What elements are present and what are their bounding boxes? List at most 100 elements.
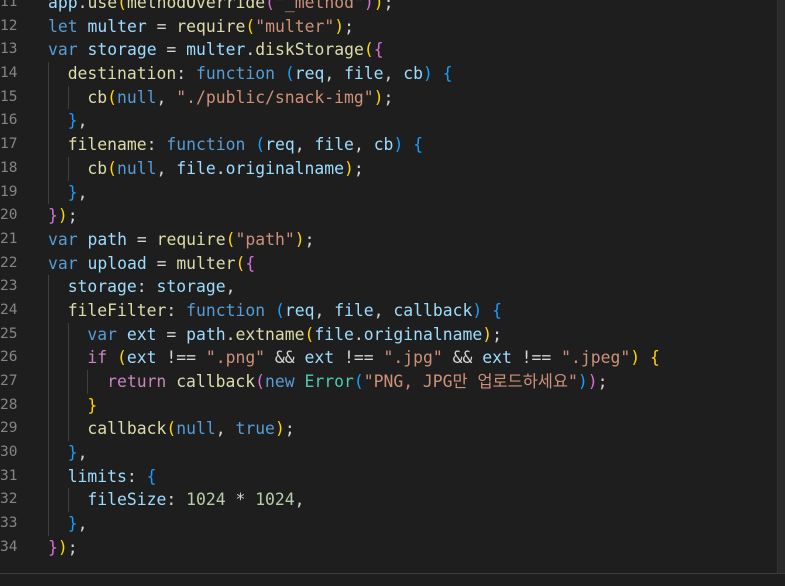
code-token: } — [67, 443, 78, 463]
code-line[interactable]: 18 cb(null, file.originalname); — [0, 156, 778, 181]
code-token: originalname — [225, 158, 345, 178]
code-token: ; — [67, 537, 78, 557]
code-line[interactable]: 27 return callback(new Error("PNG, JPG만 업… — [0, 370, 778, 394]
indent-guide — [48, 62, 49, 86]
indent-guide — [48, 156, 49, 181]
code-token: function — [186, 300, 266, 320]
code-token: require — [156, 229, 226, 249]
code-line[interactable]: 29 callback(null, true); — [0, 417, 778, 442]
line-number: 11 — [0, 0, 18, 10]
code-token: ".jpeg" — [561, 348, 631, 368]
line-number: 25 — [0, 325, 18, 342]
code-token: ) — [363, 0, 374, 12]
code-token: !== — [511, 348, 562, 368]
line-number: 12 — [0, 17, 18, 34]
code-line[interactable]: 15 cb(null, "./public/snack-img"); — [0, 85, 778, 110]
code-token: ) — [577, 372, 588, 391]
code-text: var ext = path.extname(file.originalname… — [87, 323, 502, 347]
code-token: cb — [403, 64, 424, 84]
code-token: , — [77, 443, 88, 463]
code-token: ( — [107, 158, 118, 178]
code-token: req — [284, 300, 315, 320]
code-line[interactable]: 22 var upload = multer({ — [0, 252, 778, 276]
code-token: = — [126, 229, 157, 249]
code-text: var upload = multer({ — [48, 252, 255, 276]
indent-guide — [48, 370, 49, 394]
indent-guide — [67, 156, 69, 181]
code-token: var — [48, 253, 78, 273]
code-text: }); — [48, 204, 78, 228]
indent-guide — [67, 393, 69, 418]
code-token: ( — [245, 16, 256, 36]
indent-guide — [67, 488, 69, 513]
code-line[interactable]: 13 var storage = multer.diskStorage({ — [0, 38, 778, 62]
code-line[interactable]: 25 var ext = path.extname(file.originalna… — [0, 322, 778, 347]
code-line[interactable]: 34}); — [0, 536, 778, 560]
code-token: ext — [126, 324, 157, 344]
code-token: = — [146, 16, 177, 36]
code-line[interactable]: 12 let multer = require("multer"); — [0, 15, 778, 39]
indent-guide — [67, 346, 69, 370]
code-token: file — [314, 324, 354, 344]
code-token: } — [67, 182, 78, 202]
code-token: { — [146, 466, 157, 486]
code-token: ) — [373, 0, 384, 12]
code-line[interactable]: 31 limits: { — [0, 464, 778, 489]
code-line[interactable]: 20}); — [0, 204, 778, 228]
code-line[interactable]: 32 fileSize: 1024 * 1024, — [0, 488, 778, 513]
code-line[interactable]: 24 fileFilter: function (req, file, callb… — [0, 298, 778, 323]
code-token: cb — [373, 135, 394, 155]
code-editor[interactable]: 11 app.use(methodOverride("_method")); 12 l… — [0, 0, 778, 575]
line-number: 31 — [0, 467, 18, 484]
code-line[interactable]: 11 app.use(methodOverride("_method")); — [0, 0, 778, 15]
code-token: { — [492, 300, 502, 320]
code-token: } — [48, 206, 58, 226]
horizontal-scrollbar[interactable] — [0, 573, 785, 586]
indent-guide — [48, 109, 49, 134]
code-token: upload — [87, 253, 147, 273]
code-line[interactable]: 17 filename: function (req, file, cb) { — [0, 133, 778, 157]
code-text: limits: { — [68, 465, 157, 489]
code-line[interactable]: 16}, — [0, 109, 778, 134]
code-line[interactable]: 33}, — [0, 512, 778, 536]
code-text: fileFilter: function (req, file, callbac… — [68, 299, 502, 323]
code-text: let multer = require("multer"); — [48, 15, 354, 39]
code-token: ( — [284, 64, 295, 84]
code-line[interactable]: 30}, — [0, 441, 778, 465]
code-line[interactable]: 26 if (ext !== ".png" && ext !== ".jpg" &… — [0, 346, 778, 370]
code-token: } — [67, 111, 78, 131]
line-number: 28 — [0, 396, 18, 413]
code-token: && — [442, 348, 483, 368]
code-line[interactable]: 21 var path = require("path"); — [0, 228, 778, 252]
line-number: 34 — [0, 538, 18, 555]
code-token: file — [334, 300, 374, 320]
code-line[interactable]: 19}, — [0, 180, 778, 205]
code-line[interactable]: 14 destination: function (req, file, cb) … — [0, 62, 778, 86]
line-number: 32 — [0, 491, 18, 508]
line-number: 20 — [0, 207, 18, 224]
code-text: if (ext !== ".png" && ext !== ".jpg" && … — [87, 346, 659, 370]
code-token: ) — [630, 348, 641, 368]
code-token: destination — [67, 64, 177, 84]
code-token: use — [87, 0, 118, 12]
code-token: ( — [107, 87, 118, 107]
code-token: fileSize — [87, 490, 167, 510]
code-line[interactable]: 28} — [0, 393, 778, 418]
code-token: ( — [363, 40, 374, 60]
code-token: , — [294, 490, 305, 510]
code-token: app — [48, 0, 78, 12]
code-token: cb — [87, 87, 108, 107]
vertical-scrollbar[interactable] — [777, 0, 785, 576]
code-token: storage — [67, 277, 137, 297]
code-token: var — [48, 40, 78, 60]
indent-guide — [48, 417, 49, 442]
line-number: 29 — [0, 420, 18, 437]
code-line[interactable]: 23 storage: storage, — [0, 275, 778, 299]
code-token: , — [324, 64, 345, 84]
